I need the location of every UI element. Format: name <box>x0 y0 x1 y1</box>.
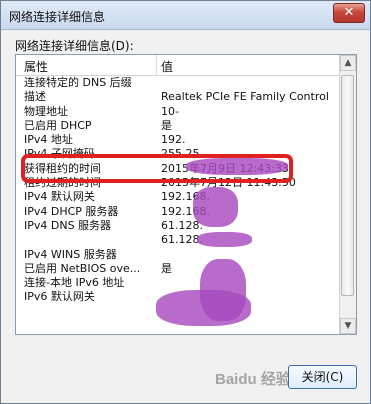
property-cell: IPv4 WINS 服务器 <box>24 247 117 261</box>
value-cell: 61.128. <box>161 218 203 232</box>
close-button[interactable]: 关闭(C) <box>288 365 357 389</box>
property-cell: 获得租约的时间 <box>24 161 101 175</box>
value-cell: 192.168. <box>161 190 210 204</box>
table-row[interactable]: IPv4 默认网关 192.168. <box>16 190 339 204</box>
value-cell: 192. <box>161 133 186 147</box>
redaction-mark <box>193 187 238 227</box>
property-cell: 描述 <box>24 90 46 104</box>
value-cell: 10- <box>161 104 179 118</box>
table-row[interactable]: IPv4 DNS 服务器 61.128. <box>16 219 339 233</box>
table-row[interactable]: IPv4 DHCP 服务器 192.168. <box>16 205 339 219</box>
property-cell: IPv4 子网掩码 <box>24 147 95 161</box>
window-title: 网络连接详细信息 <box>9 10 106 24</box>
network-connection-details-window: 网络连接详细信息 ✕ 网络连接详细信息(D): 属性 值 连接特定的 DNS 后… <box>0 0 371 404</box>
value-cell: 192.168. <box>161 204 210 218</box>
redaction-mark <box>186 158 288 175</box>
column-header: 属性 值 <box>16 55 339 76</box>
value-cell: 是 <box>161 261 172 275</box>
value-cell: 2015年7月12日 11:43:50 <box>161 176 296 190</box>
property-cell: 已启用 NetBIOS ove... <box>24 261 141 275</box>
property-cell: 租约过期的时间 <box>24 176 101 190</box>
scrollbar-thumb[interactable] <box>341 75 354 296</box>
property-cell: IPv4 地址 <box>24 133 73 147</box>
property-cell: 物理地址 <box>24 104 68 118</box>
table-row[interactable]: 获得租约的时间2015年7月9日 12:43:33 <box>16 162 339 176</box>
property-cell: IPv4 默认网关 <box>24 190 95 204</box>
table-row[interactable]: 61.128. <box>16 233 339 247</box>
property-cell: IPv4 DNS 服务器 <box>24 218 112 232</box>
table-row[interactable]: IPv4 地址 192. <box>16 133 339 147</box>
property-cell: IPv4 DHCP 服务器 <box>24 204 119 218</box>
table-row[interactable]: 描述 Realtek PCIe FE Family Control <box>16 90 339 104</box>
value-cell: 是 <box>161 118 172 132</box>
property-column-header[interactable]: 属性 <box>24 58 48 75</box>
table-row[interactable]: IPv4 子网掩码 255.25 <box>16 147 339 161</box>
redaction-mark <box>156 290 251 326</box>
title-bar: 网络连接详细信息 ✕ <box>1 1 370 30</box>
property-cell: 连接特定的 DNS 后缀 <box>24 76 132 89</box>
value-cell: Realtek PCIe FE Family Control <box>161 90 329 104</box>
property-cell: 已启用 DHCP <box>24 118 92 132</box>
details-list[interactable]: 属性 值 连接特定的 DNS 后缀 描述 Realtek PCIe FE Famil… <box>15 54 357 335</box>
table-row[interactable]: 已启用 NetBIOS ove... 是 <box>16 262 339 276</box>
table-row[interactable]: 已启用 DHCP 是 <box>16 119 339 133</box>
watermark: Baidu 经验 <box>215 371 291 388</box>
scroll-up-icon[interactable]: ▲ <box>340 55 356 71</box>
value-column-header[interactable]: 值 <box>161 58 173 75</box>
property-cell: 连接-本地 IPv6 地址 <box>24 276 125 290</box>
table-row[interactable]: 连接特定的 DNS 后缀 <box>16 76 339 90</box>
table-row[interactable]: 物理地址 10- <box>16 105 339 119</box>
close-icon[interactable]: ✕ <box>333 3 365 23</box>
property-cell: IPv6 默认网关 <box>24 290 95 304</box>
vertical-scrollbar[interactable]: ▲ ▼ <box>339 55 356 334</box>
table-row[interactable]: IPv4 WINS 服务器 <box>16 248 339 262</box>
details-label: 网络连接详细信息(D): <box>15 39 134 53</box>
column-separator <box>156 55 157 75</box>
redaction-mark <box>197 232 252 247</box>
table-row[interactable]: 租约过期的时间 2015年7月12日 11:43:50 <box>16 176 339 190</box>
scroll-down-icon[interactable]: ▼ <box>340 318 356 334</box>
table-row[interactable]: 连接-本地 IPv6 地址 <box>16 276 339 290</box>
